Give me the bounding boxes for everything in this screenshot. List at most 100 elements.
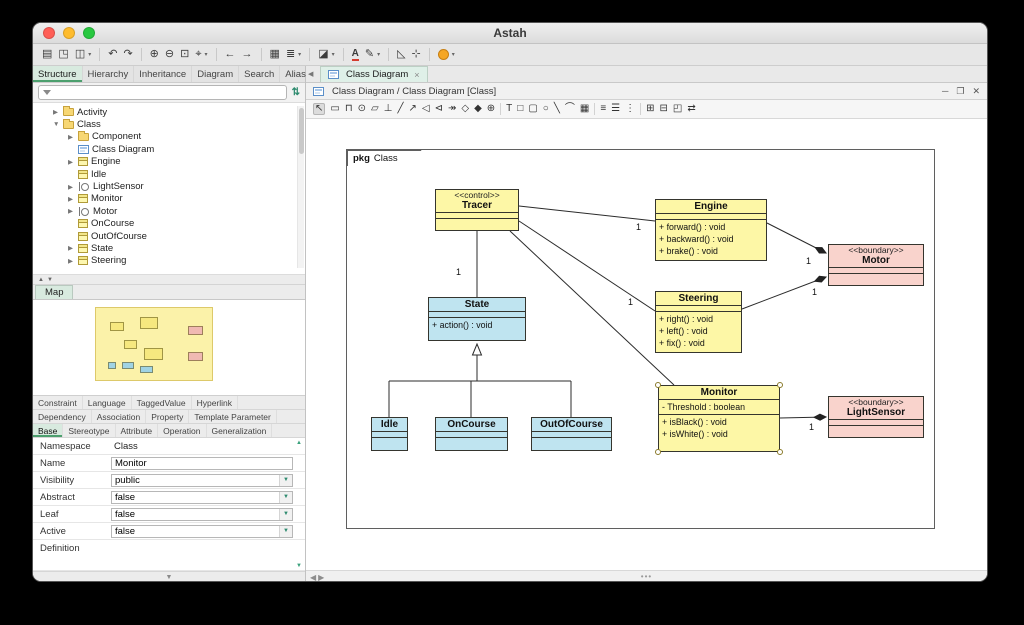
chart-dropdown-icon[interactable]: ▾: [332, 51, 335, 58]
interface-tool-icon[interactable]: ⊙: [358, 104, 366, 114]
save-dropdown-icon[interactable]: ▾: [88, 51, 91, 58]
tab-scroll-left-icon[interactable]: ◀: [308, 70, 313, 78]
diagram-canvas[interactable]: pkg Class: [306, 119, 987, 570]
tab-generalization[interactable]: Generalization: [207, 424, 273, 437]
tab-inheritance[interactable]: Inheritance: [134, 66, 192, 82]
expand-arrow-icon[interactable]: ▶: [53, 108, 63, 116]
filter-sort-button[interactable]: ⇅: [292, 87, 300, 98]
visibility-select[interactable]: public ▼: [111, 474, 293, 487]
tab-diagram[interactable]: Diagram: [192, 66, 239, 82]
multiplicity-label[interactable]: 1: [636, 222, 641, 232]
redo-icon[interactable]: ↷: [123, 49, 132, 60]
class-tracer[interactable]: <<control>> Tracer: [435, 189, 519, 231]
map-thumbnail[interactable]: [95, 307, 213, 381]
pointer-tool-icon[interactable]: ↖: [313, 103, 325, 115]
chart-icon[interactable]: ◪: [318, 49, 328, 60]
matrix-view-icon[interactable]: ≣: [286, 49, 295, 60]
tree-scrollbar-thumb[interactable]: [299, 108, 304, 154]
search-dropdown-icon[interactable]: ▾: [205, 51, 208, 58]
nesting-tool-icon[interactable]: ⊕: [487, 104, 495, 114]
child-window-titlebar[interactable]: Class Diagram / Class Diagram [Class] ─ …: [306, 83, 987, 100]
tab-hierarchy[interactable]: Hierarchy: [83, 66, 135, 82]
realization-tool-icon[interactable]: ⊲: [435, 104, 443, 114]
collapse-arrow-icon[interactable]: ▼: [53, 121, 63, 128]
tab-search[interactable]: Search: [239, 66, 280, 82]
rounded-rect-tool-icon[interactable]: ▢: [528, 104, 537, 114]
resize-icon[interactable]: ◰: [673, 104, 682, 114]
selection-knob[interactable]: [777, 382, 783, 388]
multiplicity-label[interactable]: 1: [806, 256, 811, 266]
multiplicity-label[interactable]: 1: [628, 297, 633, 307]
zoom-out-icon[interactable]: ⊖: [165, 49, 174, 60]
arc-tool-icon[interactable]: ⌒: [565, 104, 575, 114]
zoom-in-icon[interactable]: ⊕: [150, 49, 159, 60]
active-select[interactable]: false ▼: [111, 525, 293, 538]
distribute-icon[interactable]: ⋮: [625, 104, 635, 114]
chevron-down-icon[interactable]: ▼: [279, 475, 292, 486]
tree-scrollbar[interactable]: [297, 106, 304, 268]
tree-item-idle[interactable]: Idle: [33, 168, 305, 180]
scroll-down-icon[interactable]: ▼: [296, 563, 302, 569]
composition-engine-motor[interactable]: [767, 223, 826, 253]
class-steering[interactable]: Steering + right() : void + left() : voi…: [655, 291, 742, 353]
tab-hyperlink[interactable]: Hyperlink: [192, 396, 238, 409]
splitter-grip[interactable]: •••: [306, 572, 987, 581]
package-tool-icon[interactable]: ⊓: [345, 104, 353, 114]
feedback-smiley-icon[interactable]: [438, 49, 449, 60]
tab-map[interactable]: Map: [35, 285, 73, 299]
document-tab-class-diagram[interactable]: Class Diagram ×: [320, 66, 428, 82]
grid-icon[interactable]: ▦: [270, 49, 280, 60]
tree-item-oncourse[interactable]: OnCourse: [33, 218, 305, 230]
collapse-all-icon[interactable]: ⊟: [660, 104, 668, 114]
canvas-scrollbar-strip[interactable]: ◀▶ •••: [306, 570, 987, 582]
selection-knob[interactable]: [655, 449, 661, 455]
tree-item-component[interactable]: ▶ Component: [33, 131, 305, 143]
scroll-up-icon[interactable]: ▲: [296, 440, 302, 446]
zoom-fit-icon[interactable]: ⊡: [180, 49, 189, 60]
tab-operation[interactable]: Operation: [158, 424, 206, 437]
association-tracer-steering[interactable]: [519, 221, 655, 311]
generalization-tool-icon[interactable]: ◁: [422, 104, 430, 114]
expand-arrow-icon[interactable]: ▶: [68, 257, 78, 265]
rect-tool-icon[interactable]: □: [517, 104, 523, 114]
tab-attribute[interactable]: Attribute: [116, 424, 159, 437]
expand-arrow-icon[interactable]: ▶: [68, 183, 78, 191]
aggregation-tool-icon[interactable]: ◇: [461, 104, 469, 114]
chevron-down-icon[interactable]: ▼: [279, 526, 292, 537]
association-tracer-engine[interactable]: [519, 206, 655, 221]
minimize-window-button[interactable]: [63, 27, 75, 39]
class-lightsensor[interactable]: <<boundary>> LightSensor: [828, 396, 924, 438]
image-tool-icon[interactable]: ▦: [580, 104, 589, 114]
close-tab-icon[interactable]: ×: [414, 70, 419, 80]
view-dropdown-icon[interactable]: ▾: [298, 51, 301, 58]
close-window-button[interactable]: [43, 27, 55, 39]
tab-language[interactable]: Language: [83, 396, 132, 409]
save-icon[interactable]: ◫: [75, 49, 85, 60]
expand-arrow-icon[interactable]: ▶: [68, 195, 78, 203]
expand-arrow-icon[interactable]: ▶: [68, 133, 78, 141]
tab-dependency[interactable]: Dependency: [33, 410, 92, 423]
panel-collapse-strip[interactable]: ▼: [33, 571, 305, 582]
definition-field[interactable]: [111, 540, 293, 553]
expand-arrow-icon[interactable]: ▶: [68, 244, 78, 252]
panel-down-icon[interactable]: ▼: [47, 277, 53, 283]
class-tool-icon[interactable]: ▭: [330, 104, 339, 114]
tab-taggedvalue[interactable]: TaggedValue: [132, 396, 192, 409]
tab-constraint[interactable]: Constraint: [33, 396, 83, 409]
name-field[interactable]: Monitor: [111, 457, 293, 470]
tree-item-monitor[interactable]: ▶ Monitor: [33, 193, 305, 205]
class-motor[interactable]: <<boundary>> Motor: [828, 244, 924, 286]
line-color-icon[interactable]: ✎: [365, 49, 374, 60]
collapse-panel-icon[interactable]: ▼: [166, 574, 173, 581]
tree-item-state[interactable]: ▶ State: [33, 242, 305, 254]
font-color-icon[interactable]: A: [352, 49, 359, 61]
association-tracer-monitor[interactable]: [510, 231, 674, 385]
align-vertical-icon[interactable]: ☰: [611, 104, 620, 114]
tree-item-class[interactable]: ▼ Class: [33, 118, 305, 130]
class-oncourse[interactable]: OnCourse: [435, 417, 508, 451]
new-file-icon[interactable]: ▤: [42, 49, 52, 60]
tree-item-motor[interactable]: ▶ Motor: [33, 205, 305, 217]
chevron-down-icon[interactable]: ▼: [279, 509, 292, 520]
open-icon[interactable]: ◳: [58, 49, 68, 60]
pin-icon[interactable]: ⊹: [412, 49, 421, 60]
